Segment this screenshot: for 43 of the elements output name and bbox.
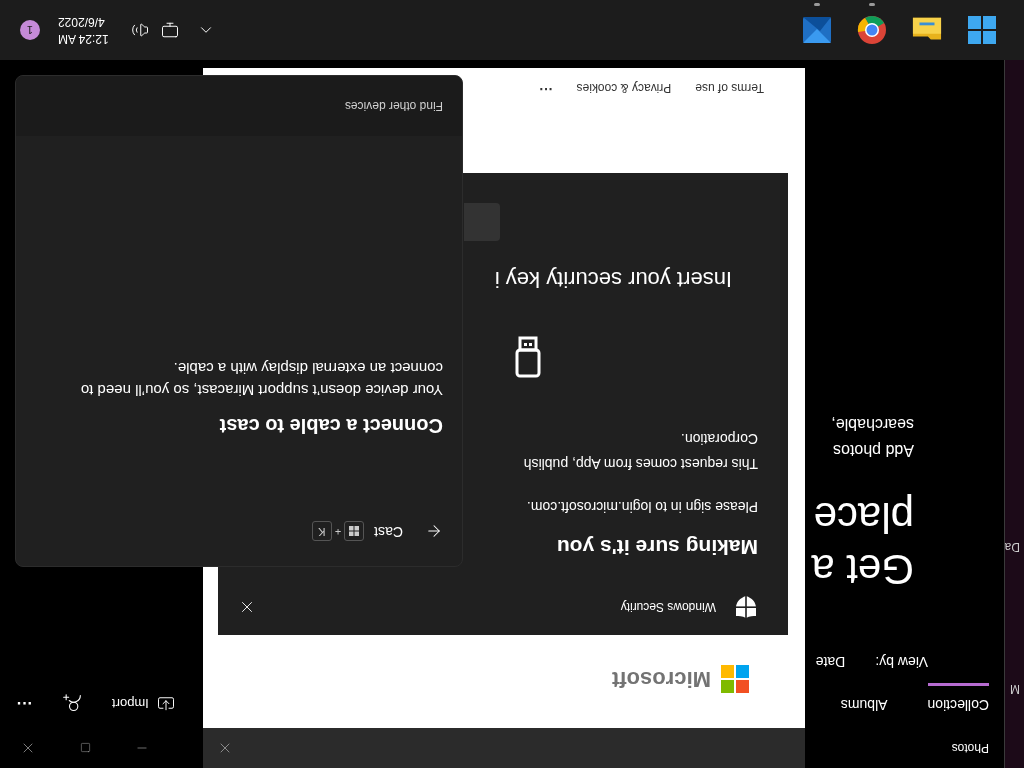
shield-icon (736, 596, 756, 618)
footer-link[interactable]: Privacy & cookies (576, 79, 672, 98)
dialog-title: Making sure it's you (556, 535, 758, 561)
volume-icon[interactable] (130, 21, 149, 39)
panel-title: Cast (374, 523, 403, 542)
hero-title: Get a (811, 545, 914, 595)
more-button[interactable]: ··· (16, 691, 32, 715)
hero-title: place (813, 493, 914, 543)
import-button[interactable]: Import (112, 693, 175, 713)
clock-date[interactable]: 4/6/2022 (58, 13, 105, 30)
chrome-icon[interactable] (857, 15, 887, 45)
cast-heading: Connect a cable to cast (219, 414, 443, 439)
view-by-value[interactable]: Date (815, 651, 846, 672)
monitor-icon[interactable] (160, 21, 179, 39)
clock-time[interactable]: 12:24 AM (58, 30, 109, 47)
footer-link[interactable]: Terms of use (695, 79, 764, 98)
dialog-text: Corporation. (680, 430, 758, 450)
window-text: M (1009, 681, 1020, 698)
hero-text: searchable, (831, 415, 914, 435)
dialog-prompt: Insert your security key i (494, 266, 733, 295)
notification-badge[interactable]: 1 (20, 20, 40, 40)
mail-icon[interactable] (802, 15, 832, 45)
key-joiner: + (334, 524, 342, 540)
window-text: Da (1005, 539, 1020, 556)
more-button[interactable]: ··· (538, 78, 553, 99)
add-person-button[interactable] (62, 693, 82, 713)
hero-text: Add photos (833, 441, 914, 461)
find-devices-link[interactable]: Find other devices (344, 97, 443, 115)
brand-name: Microsoft (612, 666, 711, 694)
tab[interactable]: Collection (927, 683, 989, 723)
view-by-label: View by: (875, 653, 928, 672)
windows-logo-icon (349, 526, 360, 537)
usb-key-icon (515, 336, 541, 379)
tab[interactable]: Albums (840, 683, 888, 723)
cast-message: Your device doesn’t support Miracast, so you’ll need to connect an external display with a cable. (79, 359, 443, 401)
import-icon (156, 694, 175, 712)
dialog-text: This request comes from App, publish (523, 455, 758, 475)
window-title: Photos (951, 740, 989, 757)
dialog-app-name: Windows Security (620, 599, 716, 616)
microsoft-logo-icon (721, 665, 749, 694)
windows-logo-icon[interactable] (967, 15, 997, 45)
letter-key: K (311, 521, 332, 542)
dialog-text: Please sign in to login.microsoft.com. (526, 498, 758, 518)
